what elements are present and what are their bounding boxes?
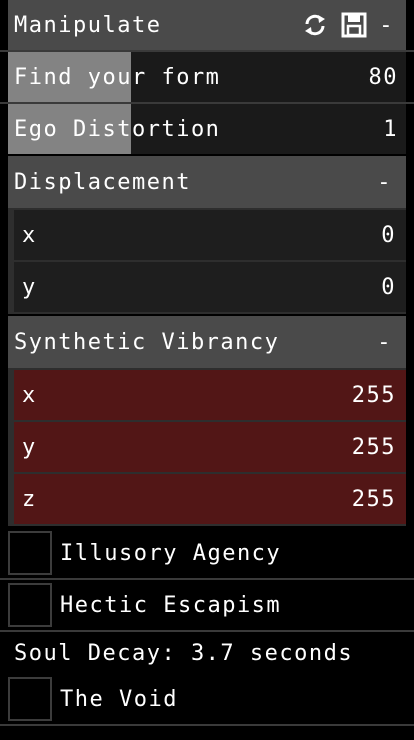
control-panel: Manipulate - Find your form 80 Ego Disto… (0, 0, 414, 740)
collapse-button[interactable]: - (377, 330, 392, 355)
toggle-label: The Void (60, 686, 178, 712)
folder-header-vibrancy[interactable]: Synthetic Vibrancy - (8, 316, 406, 368)
save-icon[interactable] (341, 12, 367, 38)
slider-label: Ego Distortion (14, 116, 221, 142)
toggle-label: Illusory Agency (60, 540, 282, 566)
info-text: Soul Decay: 3.7 seconds (14, 640, 354, 666)
panel-title-bar[interactable]: Manipulate - (8, 0, 406, 50)
soul-decay-info: Soul Decay: 3.7 seconds (8, 632, 406, 674)
field-value: 255 (351, 434, 396, 460)
collapse-button[interactable]: - (377, 170, 392, 195)
field-label: x (22, 222, 37, 248)
field-label: y (22, 434, 37, 460)
panel-collapse-button[interactable]: - (379, 13, 394, 38)
checkbox[interactable] (8, 531, 52, 575)
refresh-icon[interactable] (301, 11, 329, 39)
slider-value: 1 (383, 116, 398, 142)
slider-value: 80 (368, 64, 398, 90)
slider-label: Find your form (14, 64, 221, 90)
field-value: 255 (351, 382, 396, 408)
slider-find-your-form[interactable]: Find your form 80 (8, 52, 406, 102)
folder-title: Displacement (14, 169, 191, 195)
divider (0, 724, 414, 726)
folder-header-displacement[interactable]: Displacement - (8, 156, 406, 208)
panel-title: Manipulate (14, 12, 162, 38)
toggle-the-void[interactable]: The Void (8, 674, 406, 724)
vibrancy-z-field[interactable]: z 255 (14, 474, 406, 524)
field-label: x (22, 382, 37, 408)
field-value: 255 (351, 486, 396, 512)
folder-title: Synthetic Vibrancy (14, 329, 280, 355)
displacement-y-field[interactable]: y 0 (14, 262, 406, 312)
displacement-x-field[interactable]: x 0 (14, 210, 406, 260)
checkbox[interactable] (8, 677, 52, 721)
vibrancy-x-field[interactable]: x 255 (14, 370, 406, 420)
field-value: 0 (381, 222, 396, 248)
toggle-label: Hectic Escapism (60, 592, 282, 618)
field-value: 0 (381, 274, 396, 300)
field-label: y (22, 274, 37, 300)
checkbox[interactable] (8, 583, 52, 627)
vibrancy-y-field[interactable]: y 255 (14, 422, 406, 472)
slider-ego-distortion[interactable]: Ego Distortion 1 (8, 104, 406, 154)
toggle-illusory-agency[interactable]: Illusory Agency (8, 528, 406, 578)
toggle-hectic-escapism[interactable]: Hectic Escapism (8, 580, 406, 630)
field-label: z (22, 486, 37, 512)
